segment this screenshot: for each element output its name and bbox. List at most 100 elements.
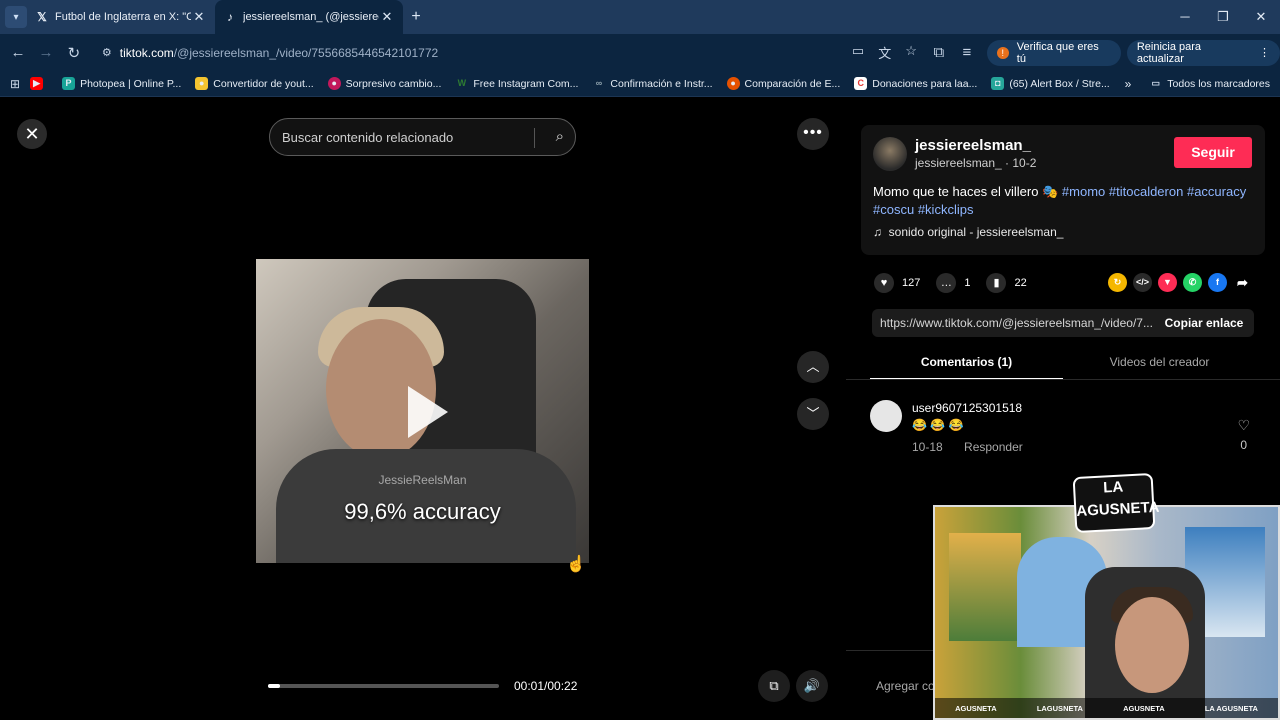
tiktok-icon: ♪ [227, 10, 233, 24]
tab-tiktok[interactable]: ♪ jessiereelsman_ (@jessiereelsm ✕ [215, 0, 403, 34]
bookmark-item[interactable]: P Photopea | Online P... [62, 77, 181, 90]
tab-comments[interactable]: Comentarios (1) [870, 352, 1063, 380]
bookmark-label: Confirmación e Instr... [610, 77, 713, 90]
new-tab-button[interactable]: + [403, 8, 429, 26]
news-icon: ● [327, 77, 341, 90]
description-text: Momo que te haces el villero 🎭 [873, 184, 1059, 199]
folder-icon: ▭ [1151, 78, 1161, 88]
hashtag-link[interactable]: #kickclips [918, 202, 974, 217]
bookmark-label: Free Instagram Com... [473, 77, 579, 90]
video-progress-bar[interactable] [268, 684, 499, 688]
hashtag-link[interactable]: #momo [1062, 184, 1105, 199]
kebab-menu-icon[interactable]: ⋮ [1259, 46, 1270, 59]
heart-outline-icon: ♡ [1237, 417, 1250, 433]
save-button[interactable]: ▮ 22 [986, 273, 1027, 293]
next-video-button[interactable]: ﹀ [797, 398, 829, 430]
volume-button[interactable]: 🔊 [796, 670, 828, 702]
avatar[interactable] [873, 137, 907, 171]
reply-button[interactable]: Responder [964, 440, 1023, 454]
comment-count: 1 [964, 277, 971, 289]
play-icon[interactable] [408, 386, 448, 438]
comment-date: 10-18 [912, 440, 943, 454]
all-bookmarks-folder[interactable]: ▭ Todos los marcadores [1149, 77, 1270, 90]
bookmark-item[interactable]: ● Sorpresivo cambio... [327, 77, 441, 90]
comment-like-button[interactable]: ♡ 0 [1237, 417, 1250, 452]
copy-link-box: https://www.tiktok.com/@jessiereelsman_/… [872, 309, 1254, 337]
tab-close-icon[interactable]: ✕ [379, 9, 395, 25]
bookmark-item[interactable]: ● Comparación de E... [726, 77, 841, 90]
share-icons: ↻ </> ▼ ✆ f ➦ [1108, 273, 1258, 292]
video-watermark: JessieReelsMan [378, 473, 467, 487]
miniplayer-button[interactable]: ⧉ [758, 670, 790, 702]
address-bar[interactable]: ⚙ tiktok.com/@jessiereelsman_/video/7556… [93, 38, 925, 67]
photopea-icon: P [62, 77, 76, 90]
youtube-icon: ▶ [30, 77, 44, 90]
cast-icon[interactable]: ▭ [852, 43, 864, 62]
avatar[interactable] [870, 400, 902, 432]
close-video-button[interactable]: ✕ [17, 119, 47, 149]
alertbox-icon: ◘ [991, 77, 1005, 90]
repost-icon[interactable]: ↻ [1108, 273, 1127, 292]
back-icon[interactable]: ← [4, 44, 32, 61]
tab-creator-videos[interactable]: Videos del creador [1063, 352, 1256, 380]
facebook-icon[interactable]: f [1208, 273, 1227, 292]
divider [846, 379, 1280, 380]
tab-title: jessiereelsman_ (@jessiereelsm [243, 11, 379, 23]
hashtag-link[interactable]: #titocalderon [1109, 184, 1183, 199]
video-player[interactable]: JessieReelsMan 99,6% accuracy [256, 259, 589, 563]
save-count: 22 [1014, 277, 1027, 289]
comment-icon: … [936, 273, 957, 293]
previous-video-button[interactable]: ︿ [797, 351, 829, 383]
reload-icon[interactable]: ↻ [60, 44, 88, 62]
extensions-icon[interactable]: ⧉ [925, 44, 953, 61]
comment-meta: 10-18 Responder [912, 440, 1041, 454]
more-bookmarks-icon[interactable]: » [1125, 77, 1132, 91]
bookmark-youtube[interactable]: ▶ [30, 77, 48, 90]
tab-search-button[interactable]: ▾ [5, 6, 27, 28]
progress-fill [268, 684, 280, 688]
more-options-button[interactable]: ••• [797, 118, 829, 150]
bookmark-item[interactable]: W Free Instagram Com... [455, 77, 579, 90]
hashtag-link[interactable]: #coscu [873, 202, 914, 217]
bookmark-item[interactable]: ∞ Confirmación e Instr... [592, 77, 713, 90]
tab-close-icon[interactable]: ✕ [191, 9, 207, 25]
embed-icon[interactable]: </> [1133, 273, 1152, 292]
add-comment-input[interactable]: Agregar co [876, 679, 935, 693]
whatsapp-icon[interactable]: ✆ [1183, 273, 1202, 292]
bookmark-label: Comparación de E... [744, 77, 841, 90]
minimize-icon[interactable]: ─ [1166, 0, 1204, 34]
comment-username[interactable]: user9607125301518 [912, 401, 1022, 415]
verify-button[interactable]: ! Verifica que eres tú [986, 39, 1121, 66]
send-icon[interactable]: ▼ [1158, 273, 1177, 292]
like-button[interactable]: ♥ 127 [874, 273, 920, 293]
bookmark-item[interactable]: C Donaciones para laa... [854, 77, 977, 90]
compare-icon: ● [726, 77, 740, 90]
apps-grid-icon[interactable]: ⊞ [10, 77, 20, 91]
site-info-icon[interactable]: ⚙ [102, 46, 112, 59]
follow-button[interactable]: Seguir [1174, 137, 1252, 168]
tab-x[interactable]: 𝕏 Futbol de Inglaterra en X: "Che ✕ [27, 0, 215, 34]
share-arrow-icon[interactable]: ➦ [1233, 273, 1252, 292]
post-description: Momo que te haces el villero 🎭 #momo #ti… [873, 183, 1253, 219]
volume-icon: 🔊 [803, 678, 821, 693]
bookmark-item[interactable]: ● Convertidor de yout... [195, 77, 314, 90]
bookmark-item[interactable]: ◘ (65) Alert Box / Stre... [991, 77, 1110, 90]
copy-link-button[interactable]: Copiar enlace [1154, 316, 1254, 330]
restore-icon[interactable]: ❐ [1204, 0, 1242, 34]
media-icon[interactable]: ≡ [953, 44, 981, 61]
star-icon[interactable]: ☆ [905, 43, 917, 62]
comment-button[interactable]: … 1 [936, 273, 970, 293]
translate-icon[interactable]: 文 [878, 43, 891, 62]
close-window-icon[interactable]: ✕ [1242, 0, 1280, 34]
hashtag-link[interactable]: #accuracy [1187, 184, 1246, 199]
chevron-down-icon: ﹀ [806, 406, 820, 421]
search-icon[interactable]: ⌕ [556, 128, 564, 145]
music-note-icon: ♫ [873, 225, 882, 239]
update-button[interactable]: Reinicia para actualizar ⋮ [1126, 39, 1280, 66]
address-path: /@jessiereelsman_/video/7556685446542101… [173, 45, 439, 60]
forward-icon[interactable]: → [32, 44, 60, 61]
bookmark-icon: ▮ [986, 273, 1007, 293]
sound-link[interactable]: ♫ sonido original - jessiereelsman_ [873, 225, 1063, 239]
post-username[interactable]: jessiereelsman_ [915, 137, 1031, 154]
related-search-input[interactable]: Buscar contenido relacionado ⌕ [269, 118, 576, 156]
